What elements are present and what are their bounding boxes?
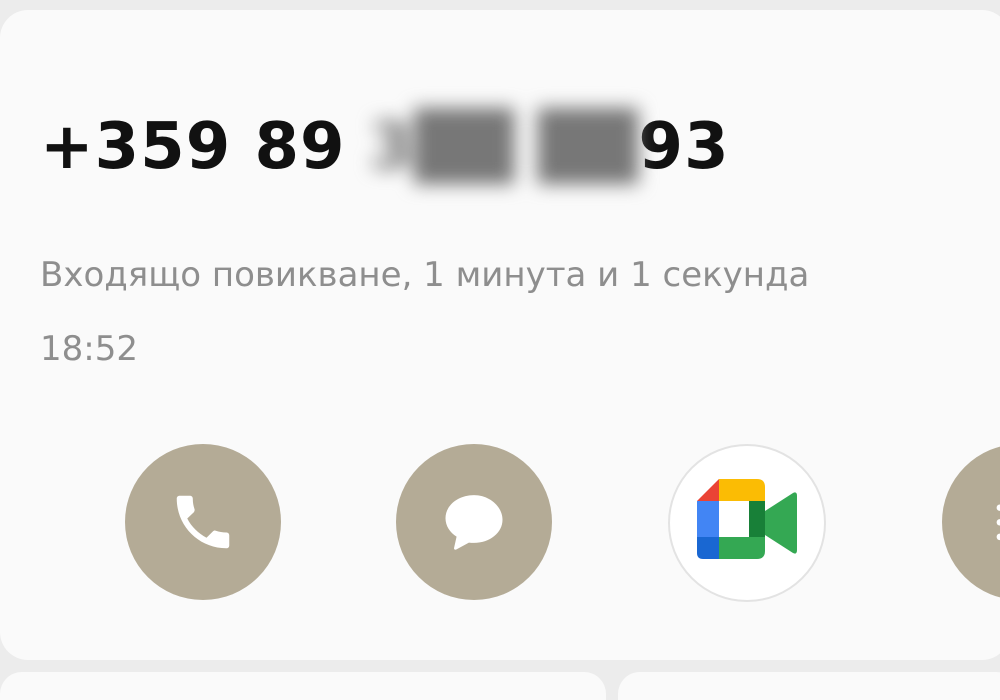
call-description: Входящо повикване, 1 минута и 1 секунда bbox=[40, 255, 810, 295]
phone-number-suffix: 93 bbox=[638, 110, 730, 184]
phone-icon bbox=[176, 495, 230, 549]
call-details-screen: +359 89 3██ ██93 Входящо повикване, 1 ми… bbox=[0, 0, 1000, 700]
more-button[interactable] bbox=[942, 444, 1000, 600]
google-meet-icon bbox=[697, 479, 797, 559]
call-details-card: +359 89 3██ ██93 Входящо повикване, 1 ми… bbox=[0, 10, 1000, 660]
phone-number-redacted: 3██ ██ bbox=[368, 110, 639, 184]
phone-number-prefix: +359 89 bbox=[40, 110, 369, 184]
video-call-button[interactable] bbox=[668, 444, 826, 602]
list-icon bbox=[996, 504, 1000, 541]
message-button[interactable] bbox=[396, 444, 552, 600]
bottom-card-right bbox=[618, 672, 1000, 700]
message-bubble-icon bbox=[445, 495, 503, 550]
call-time: 18:52 bbox=[40, 329, 138, 369]
call-button[interactable] bbox=[125, 444, 281, 600]
phone-number: +359 89 3██ ██93 bbox=[40, 102, 730, 192]
bottom-card-left bbox=[0, 672, 606, 700]
